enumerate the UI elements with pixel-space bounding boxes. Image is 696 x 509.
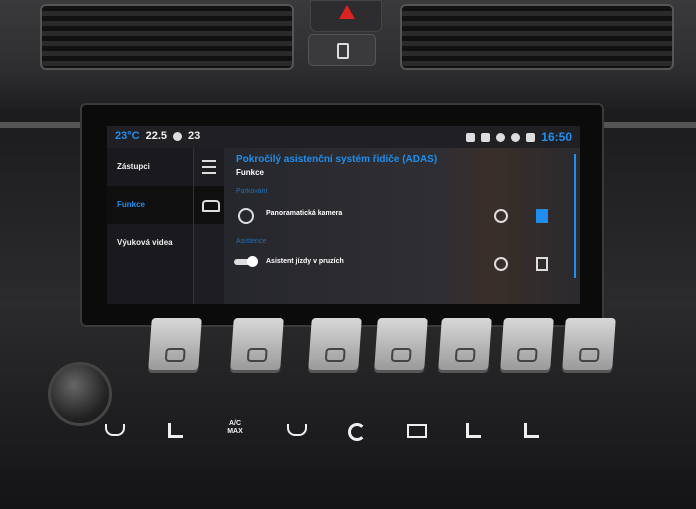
apps-button[interactable]	[308, 318, 362, 370]
camera-icon	[238, 208, 254, 224]
status-bar: 23°C 22.5 23 16:50	[107, 126, 580, 148]
wifi-icon	[496, 132, 506, 142]
temperature-left[interactable]: 23°C	[115, 130, 140, 142]
infotainment-screen: 23°C 22.5 23 16:50 Zástupci Funkce Výuko…	[107, 126, 580, 304]
volume-knob[interactable]	[48, 362, 112, 426]
bluetooth-icon	[481, 132, 491, 142]
car-icon	[390, 348, 412, 362]
menu-icon[interactable]	[202, 160, 216, 174]
windshield-icon	[287, 424, 307, 436]
list-item-label: Asistent jízdy v pruzích	[266, 258, 344, 265]
sidebar-item-functions[interactable]: Funkce	[107, 186, 193, 224]
hvac-controls: A/C MAX	[100, 420, 560, 446]
ac-label: A/C	[228, 420, 242, 427]
seat-ventilation-icon	[465, 423, 481, 438]
vehicle-tab[interactable]	[194, 186, 224, 224]
ac-max-button[interactable]: A/C MAX	[224, 420, 246, 438]
seat-heat-icon	[523, 423, 539, 438]
hazard-button[interactable]	[310, 0, 382, 32]
sidebar-item-shortcuts[interactable]: Zástupci	[107, 148, 193, 186]
lane-assist-toggle[interactable]	[234, 256, 258, 267]
car-interior: 23°C 22.5 23 16:50 Zástupci Funkce Výuko…	[0, 0, 696, 509]
list-item-lane-assist[interactable]: Asistent jízdy v pruzích	[224, 250, 570, 276]
fan-icon	[173, 131, 183, 141]
music-icon	[516, 348, 538, 362]
recirculation-button[interactable]	[346, 420, 368, 441]
seat-heat-right-button[interactable]	[520, 420, 542, 438]
apps-icon	[324, 348, 346, 362]
climate-button[interactable]	[230, 318, 284, 370]
info-icon[interactable]	[494, 209, 508, 223]
home-icon	[164, 348, 186, 362]
recirculation-icon	[348, 423, 366, 441]
car-icon	[202, 200, 220, 212]
seat-heat-left-button[interactable]	[164, 420, 186, 438]
toggle-switch-row	[148, 318, 640, 378]
max-label: MAX	[227, 428, 243, 435]
section-assistance: Asistence	[236, 238, 267, 245]
climate-icon	[246, 348, 268, 362]
vehicle-button[interactable]	[374, 318, 428, 370]
windshield-defrost-button[interactable]	[286, 420, 308, 438]
lock-icon	[337, 43, 349, 59]
rear-defrost-button[interactable]	[406, 420, 428, 438]
sidebar: Zástupci Funkce Výuková videa	[107, 148, 193, 304]
phone-icon	[454, 348, 476, 362]
section-parking: Parkování	[236, 188, 268, 195]
main-panel: Pokročilý asistenční systém řidiče (ADAS…	[224, 148, 580, 304]
media-button[interactable]	[500, 318, 554, 370]
phone-button[interactable]	[438, 318, 492, 370]
connected-services-icon	[511, 132, 521, 142]
air-vent-right	[400, 4, 674, 70]
home-button[interactable]	[148, 318, 202, 370]
icon-column	[193, 148, 224, 304]
page-title: Pokročilý asistenční systém řidiče (ADAS…	[236, 154, 438, 165]
list-item-label: Panoramatická kamera	[266, 210, 343, 217]
fan-level[interactable]: 23	[188, 130, 200, 142]
hazard-icon	[339, 5, 355, 19]
defrost-icon	[105, 424, 125, 436]
seat-heat-icon	[167, 423, 183, 438]
battery-icon	[466, 132, 476, 142]
central-lock-button[interactable]	[308, 34, 376, 66]
settings-button[interactable]	[562, 318, 616, 370]
bookmark-icon[interactable]	[536, 257, 548, 271]
front-defrost-button[interactable]	[104, 420, 126, 438]
car-settings-icon	[578, 348, 600, 362]
bookmark-icon[interactable]	[536, 209, 548, 223]
sidebar-item-tutorial-videos[interactable]: Výuková videa	[107, 224, 193, 262]
scrollbar[interactable]	[574, 154, 576, 278]
info-icon[interactable]	[494, 257, 508, 271]
list-item-panoramic-camera[interactable]: Panoramatická kamera	[224, 202, 570, 228]
page-subtitle: Funkce	[236, 168, 265, 177]
air-vent-left	[40, 4, 294, 70]
temperature-right[interactable]: 22.5	[146, 130, 167, 142]
clock: 16:50	[541, 130, 572, 144]
signal-icon	[526, 132, 536, 142]
rear-defrost-icon	[407, 424, 427, 438]
seat-ventilation-button[interactable]	[462, 420, 484, 438]
